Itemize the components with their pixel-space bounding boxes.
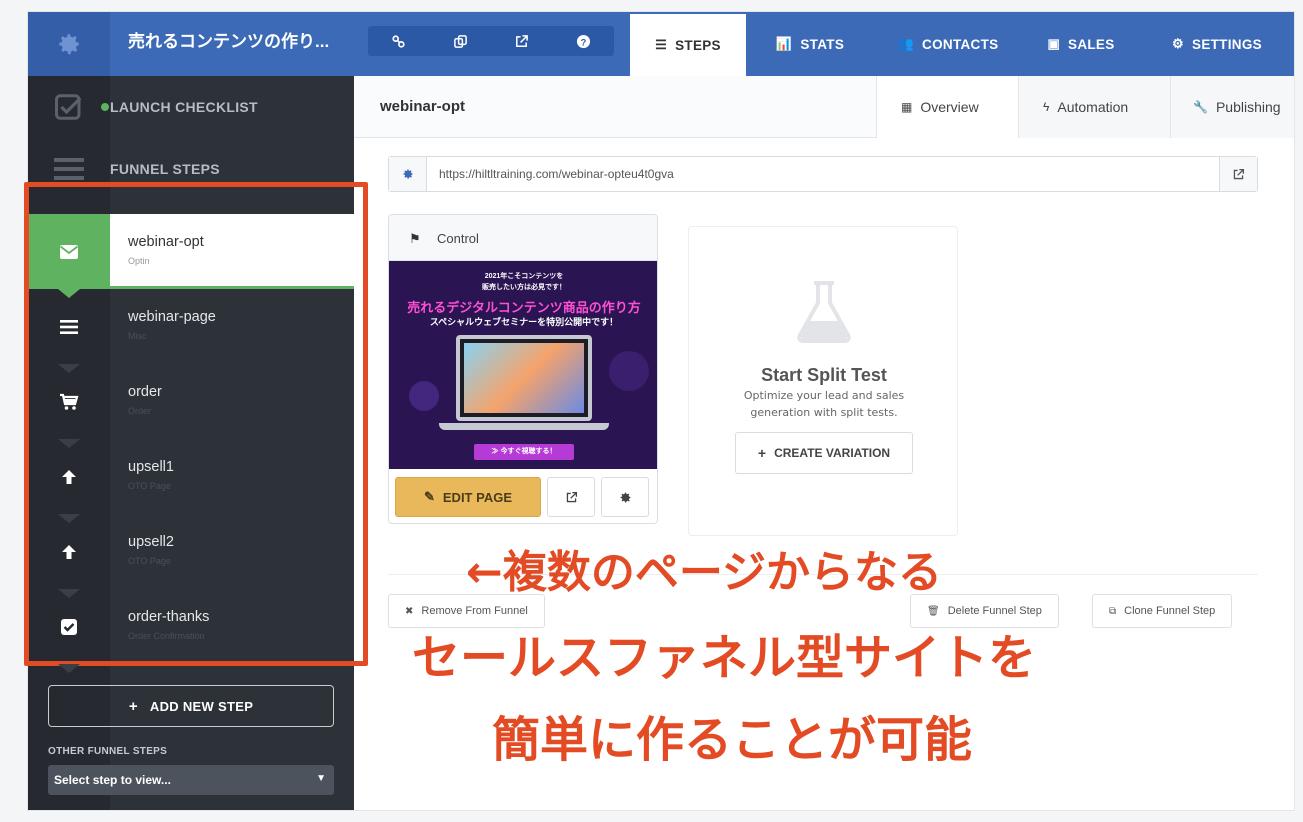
external-link-icon[interactable] (1219, 157, 1257, 191)
status-dot (101, 103, 109, 111)
copy-icon: ⧉ (1109, 605, 1117, 617)
step-sub-tabs: ▦ Overview ϟ Automation 🔧 Publishing (876, 76, 1294, 138)
link-icon[interactable] (368, 26, 430, 56)
wrench-icon: 🔧 (1193, 100, 1208, 114)
remove-from-funnel-label: Remove From Funnel (421, 605, 528, 617)
tab-publishing-label: Publishing (1215, 99, 1281, 115)
tab-settings[interactable]: ⚙ SETTINGS (1140, 12, 1294, 76)
top-navigation-bar: 売れるコンテンツの作り... ? ☰ STEPS 📊 STATS 👥 CONTA… (28, 12, 1294, 76)
split-test-card: Start Split Test Optimize your lead and … (688, 226, 958, 536)
preview-cta: ≫ 今すぐ視聴する！ (474, 444, 574, 460)
preview-subtitle: スペシャルウェブセミナーを特別公開中です！ (429, 317, 619, 327)
annotation-line-2: セールスファネル型サイトを (412, 630, 1037, 686)
gear-logo-icon (59, 34, 79, 55)
help-icon[interactable]: ? (553, 26, 615, 56)
tab-automation-label: Automation (1057, 99, 1129, 115)
chevron-down-icon: ▼ (316, 773, 326, 784)
delete-funnel-step-label: Delete Funnel Step (947, 605, 1042, 617)
step-header: webinar-opt ▦ Overview ϟ Automation 🔧 Pu… (354, 76, 1294, 138)
tab-automation[interactable]: ϟ Automation (1018, 76, 1170, 138)
menu-icon (28, 156, 110, 182)
step-heading: webinar-opt (380, 98, 465, 115)
funnel-logo[interactable] (28, 12, 110, 76)
decorative-dot (609, 351, 649, 391)
tab-steps-label: STEPS (675, 37, 721, 53)
url-settings-icon[interactable] (389, 157, 427, 191)
flask-icon (797, 281, 851, 343)
page-url[interactable]: https://hiltltraining.com/webinar-opteu4… (439, 167, 674, 181)
laptop-base (439, 423, 609, 430)
tab-contacts-label: CONTACTS (922, 36, 999, 52)
list-icon: ☰ (655, 37, 668, 52)
other-funnel-steps-label: OTHER FUNNEL STEPS (48, 746, 168, 757)
tab-stats-label: STATS (800, 36, 845, 52)
create-variation-label: CREATE VARIATION (774, 446, 891, 460)
checklist-icon (28, 92, 110, 122)
svg-text:?: ? (580, 37, 586, 47)
tab-stats[interactable]: 📊 STATS (746, 12, 874, 76)
tab-sales-label: SALES (1068, 36, 1115, 52)
edit-page-button[interactable]: ✎ EDIT PAGE (395, 477, 541, 517)
close-icon: ✖ (405, 605, 414, 617)
funnel-title[interactable]: 売れるコンテンツの作り... (128, 12, 329, 76)
grid-icon: ▦ (901, 100, 913, 114)
clone-funnel-step-label: Clone Funnel Step (1124, 605, 1216, 617)
bar-chart-icon: 📊 (775, 36, 793, 51)
preview-title: 売れるデジタルコンテンツ商品の作り方 (407, 300, 641, 315)
money-icon: ▣ (1047, 36, 1061, 51)
trash-icon: 🗑 (927, 605, 940, 617)
gear-icon: ⚙ (1172, 36, 1185, 51)
preview-text-line1: 2021年こそコンテンツを (484, 273, 564, 280)
clone-funnel-step-button[interactable]: ⧉ Clone Funnel Step (1092, 594, 1233, 628)
tab-overview-label: Overview (920, 99, 979, 115)
preview-text-line2: 販売したい方は必見です！ (482, 284, 566, 291)
decorative-dot (409, 381, 439, 411)
tab-contacts[interactable]: 👥 CONTACTS (874, 12, 1022, 76)
flag-icon: ⚑ (409, 231, 421, 246)
tab-steps[interactable]: ☰ STEPS (630, 14, 746, 76)
annotation-line-3: 簡単に作ることが可能 (492, 712, 973, 768)
copy-icon[interactable] (430, 26, 492, 56)
step-select-value: Select step to view... (54, 773, 171, 787)
add-new-step-button[interactable]: + ADD NEW STEP (48, 685, 334, 727)
funnel-action-icons: ? (368, 26, 614, 56)
tab-settings-label: SETTINGS (1192, 36, 1262, 52)
users-icon: 👥 (897, 36, 915, 51)
page-settings-button[interactable] (601, 477, 649, 517)
open-page-button[interactable] (547, 477, 595, 517)
laptop-illustration (456, 335, 592, 421)
laptop-screen (464, 343, 584, 413)
annotation-line-1: ←複数のページからなる (466, 547, 942, 598)
tab-sales[interactable]: ▣ SALES (1022, 12, 1140, 76)
plus-icon: + (128, 697, 138, 715)
split-test-title: Start Split Test (761, 365, 887, 385)
funnel-steps-label: FUNNEL STEPS (110, 161, 220, 177)
control-label: Control (437, 231, 479, 246)
gear-icon (620, 492, 630, 503)
tab-publishing[interactable]: 🔧 Publishing (1170, 76, 1294, 138)
external-link-icon[interactable] (491, 26, 553, 56)
main-nav-tabs: ☰ STEPS 📊 STATS 👥 CONTACTS ▣ SALES ⚙ SET… (630, 12, 1294, 76)
bolt-icon: ϟ (1043, 100, 1050, 114)
launch-checklist-label: LAUNCH CHECKLIST (110, 99, 258, 115)
step-select-dropdown[interactable]: Select step to view... ▼ (48, 765, 334, 795)
external-link-icon (566, 491, 577, 502)
page-preview-thumbnail[interactable]: 2021年こそコンテンツを 販売したい方は必見です！ 売れるデジタルコンテンツ商… (389, 261, 657, 469)
control-card-header: ⚑ Control (389, 215, 657, 261)
plus-icon: + (757, 445, 767, 461)
page-url-bar: https://hiltltraining.com/webinar-opteu4… (388, 156, 1258, 192)
split-test-description: Optimize your lead and sales generation … (743, 389, 905, 419)
edit-page-label: EDIT PAGE (442, 489, 512, 505)
tab-overview[interactable]: ▦ Overview (876, 76, 1018, 138)
create-variation-button[interactable]: + CREATE VARIATION (735, 432, 913, 474)
add-new-step-label: ADD NEW STEP (149, 698, 254, 714)
edit-icon: ✎ (423, 489, 435, 504)
control-variation-card: ⚑ Control 2021年こそコンテンツを 販売したい方は必見です！ 売れる… (388, 214, 658, 524)
launch-checklist-item[interactable]: LAUNCH CHECKLIST (28, 76, 354, 138)
